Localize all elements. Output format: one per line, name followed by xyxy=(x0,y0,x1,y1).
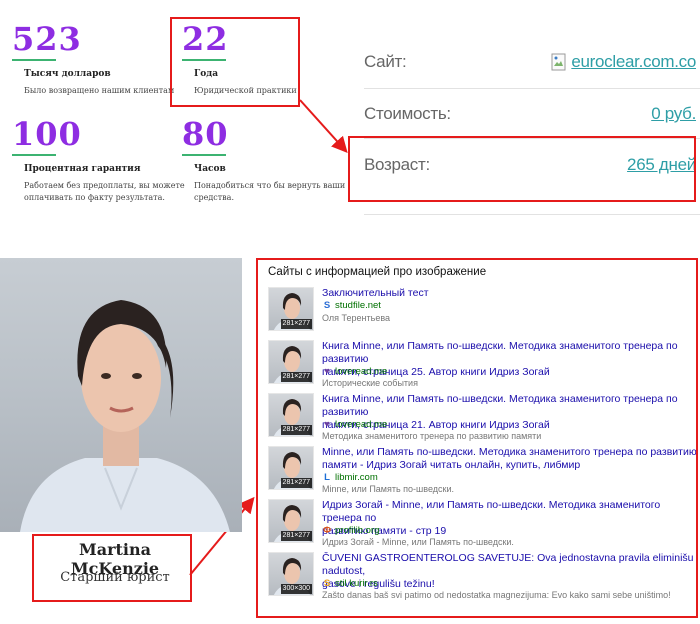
broken-image-icon xyxy=(551,53,566,71)
portrait-image xyxy=(20,300,230,532)
stat-underline xyxy=(12,154,56,156)
highlight-box-age xyxy=(348,136,696,202)
stat-title: Процентная гарантия xyxy=(24,164,141,174)
highlight-box-caption xyxy=(32,534,192,602)
highlight-box-sites xyxy=(256,258,698,618)
stat-desc-line: оплачивать по факту результата. xyxy=(24,193,165,202)
stat-number: 80 xyxy=(182,115,229,153)
highlight-box-years xyxy=(170,17,300,107)
stat-number: 523 xyxy=(12,20,82,58)
stat-title: Тысяч долларов xyxy=(24,69,111,79)
stat-underline xyxy=(12,59,56,61)
stat-title: Часов xyxy=(194,164,226,174)
stat-desc: Работаем без предоплаты, вы можете оплачи… xyxy=(24,180,185,204)
info-row-site: Сайт: euroclear.com.co xyxy=(364,38,700,88)
stat-thousands: 523 Тысяч долларов Было возвращено нашим… xyxy=(12,20,174,97)
divider xyxy=(364,88,700,89)
stat-desc-line: Работаем без предоплаты, вы можете xyxy=(24,181,185,190)
stat-guarantee: 100 Процентная гарантия Работаем без пре… xyxy=(12,115,185,204)
info-row-cost: Стоимость: 0 руб. xyxy=(364,90,700,140)
divider xyxy=(364,214,700,215)
site-label: Сайт: xyxy=(364,52,407,71)
person-photo xyxy=(0,258,242,532)
stat-hours: 80 Часов Понадобиться что бы вернуть ваш… xyxy=(182,115,345,204)
stat-desc-line: Понадобиться что бы вернуть ваши xyxy=(194,181,346,190)
stat-desc-line: средства. xyxy=(194,193,234,202)
stat-desc: Было возвращено нашим клиентам xyxy=(24,86,175,95)
stat-underline xyxy=(182,154,226,156)
cost-label: Стоимость: xyxy=(364,104,451,123)
site-link-text[interactable]: euroclear.com.co xyxy=(571,52,696,72)
stat-number: 100 xyxy=(12,115,82,153)
site-link[interactable]: euroclear.com.co xyxy=(551,52,696,72)
stat-desc: Понадобиться что бы вернуть ваши средства… xyxy=(194,180,345,204)
cost-link[interactable]: 0 руб. xyxy=(651,104,696,124)
